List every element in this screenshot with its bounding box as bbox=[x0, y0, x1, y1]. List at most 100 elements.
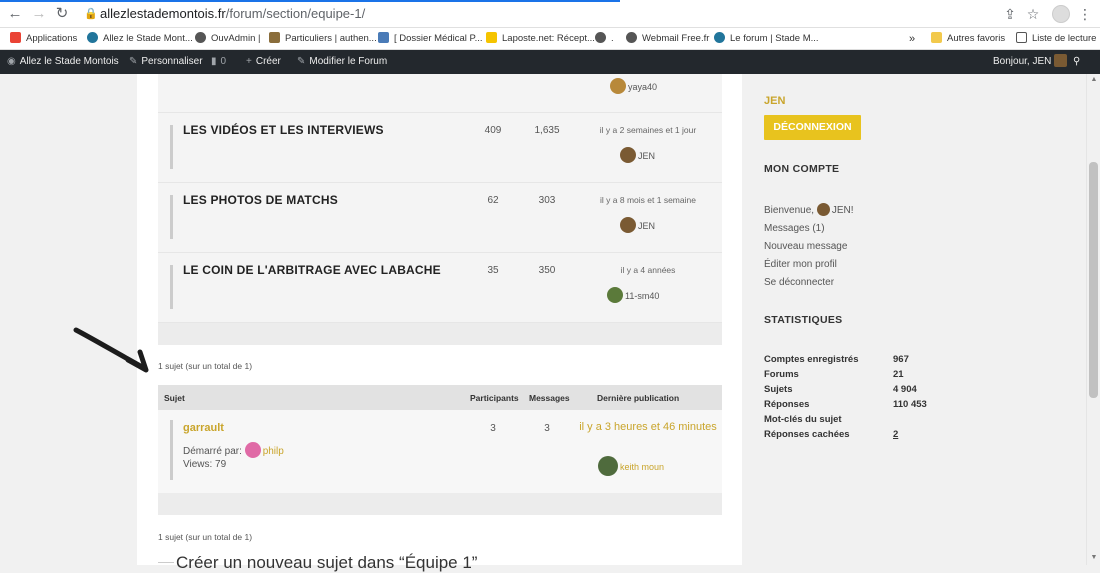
forum-last-author[interactable]: 11-sm40 bbox=[607, 287, 659, 303]
forum-row: yaya40 bbox=[158, 74, 722, 113]
globe-icon bbox=[195, 32, 206, 43]
stat-value[interactable]: 2 bbox=[893, 429, 898, 440]
annotation-arrow bbox=[73, 327, 149, 373]
stat-value: 4 904 bbox=[893, 384, 917, 395]
topic-author-link[interactable]: philp bbox=[263, 446, 284, 457]
scroll-thumb[interactable] bbox=[1089, 162, 1098, 398]
bookmarks-bar: Applications Allez le Stade Mont... OuvA… bbox=[0, 28, 1100, 50]
forum-title[interactable]: LES PHOTOS DE MATCHS bbox=[183, 193, 338, 207]
bookmark-other-folder[interactable]: Autres favoris bbox=[931, 28, 1005, 50]
forum-posts-count: 303 bbox=[538, 195, 556, 206]
header-topic: Sujet bbox=[164, 393, 185, 403]
address-bar[interactable]: 🔒 allezlestademontois.fr/forum/section/e… bbox=[78, 3, 1048, 25]
logout-link[interactable]: Se déconnecter bbox=[764, 277, 834, 288]
topic-count-top: 1 sujet (sur un total de 1) bbox=[158, 361, 253, 371]
row-accent-bar bbox=[170, 195, 173, 239]
forum-freshness[interactable]: il y a 4 années bbox=[573, 265, 723, 275]
adminbar-comments[interactable]: ▮ 0 bbox=[211, 50, 226, 74]
topic-last-author[interactable]: keith moun bbox=[598, 456, 664, 476]
forum-row: LE COIN DE L'ARBITRAGE AVEC LABACHE 35 3… bbox=[158, 253, 722, 323]
forum-last-author[interactable]: JEN bbox=[620, 147, 655, 163]
topics-table-header: Sujet Participants Messages Dernière pub… bbox=[158, 385, 722, 410]
back-icon[interactable]: ← bbox=[6, 5, 24, 23]
bookmark-ouvadmin[interactable]: OuvAdmin | bbox=[195, 28, 260, 50]
wordpress-icon bbox=[714, 32, 725, 43]
bookmark-webmail[interactable]: Webmail Free.fr bbox=[626, 28, 709, 50]
header-participants: Participants bbox=[470, 393, 519, 403]
bookmark-star-icon[interactable]: ☆ bbox=[1024, 5, 1042, 23]
adminbar-edit-forum[interactable]: ✎ Modifier le Forum bbox=[297, 50, 387, 74]
laposte-icon bbox=[486, 32, 497, 43]
author-avatar bbox=[620, 147, 636, 163]
page-scrollbar[interactable]: ▲ ▼ bbox=[1086, 74, 1100, 565]
stat-label: Sujets bbox=[764, 384, 793, 395]
menu-kebab-icon[interactable]: ⋮ bbox=[1076, 5, 1094, 23]
forum-list-footer bbox=[158, 323, 722, 345]
profile-avatar[interactable] bbox=[1052, 5, 1070, 23]
reload-icon[interactable]: ↻ bbox=[53, 5, 71, 23]
stat-label: Comptes enregistrés bbox=[764, 354, 859, 365]
header-posts: Messages bbox=[529, 393, 570, 403]
forward-icon[interactable]: → bbox=[30, 5, 48, 23]
impots-icon bbox=[269, 32, 280, 43]
apps-grid-icon bbox=[10, 32, 21, 43]
scroll-up-icon[interactable]: ▲ bbox=[1089, 76, 1099, 83]
bookmark-applications[interactable]: Applications bbox=[10, 28, 77, 50]
stat-value: 110 453 bbox=[893, 399, 927, 410]
bookmark-forum[interactable]: Le forum | Stade M... bbox=[714, 28, 819, 50]
adminbar-create[interactable]: + Créer bbox=[246, 50, 281, 74]
bookmark-dmp[interactable]: [ Dossier Médical P... bbox=[378, 28, 483, 50]
bookmark-dot[interactable]: . bbox=[595, 28, 614, 50]
bookmark-allez[interactable]: Allez le Stade Mont... bbox=[87, 28, 193, 50]
browser-toolbar: ← → ↻ 🔒 allezlestademontois.fr/forum/sec… bbox=[0, 0, 1100, 28]
row-accent-bar bbox=[170, 420, 173, 480]
dmp-icon bbox=[378, 32, 389, 43]
row-accent-bar bbox=[170, 125, 173, 169]
edit-profile-link[interactable]: Éditer mon profil bbox=[764, 259, 837, 270]
search-icon[interactable]: ⚲ bbox=[1073, 50, 1080, 74]
topic-count-bottom: 1 sujet (sur un total de 1) bbox=[158, 532, 253, 542]
topic-row: garrault Démarré par: philp Views: 79 3 … bbox=[158, 410, 722, 493]
welcome-text: Bienvenue, JEN! bbox=[764, 203, 854, 216]
forum-last-author[interactable]: yaya40 bbox=[610, 78, 657, 94]
forum-title[interactable]: LES VIDÉOS ET LES INTERVIEWS bbox=[183, 123, 384, 137]
messages-link[interactable]: Messages (1) bbox=[764, 223, 825, 234]
bookmark-laposte[interactable]: Laposte.net: Récept... bbox=[486, 28, 595, 50]
forum-topics-count: 35 bbox=[487, 265, 499, 276]
stat-label: Réponses cachées bbox=[764, 429, 850, 440]
bookmark-particuliers[interactable]: Particuliers | authen... bbox=[269, 28, 377, 50]
wordpress-icon bbox=[87, 32, 98, 43]
share-icon[interactable]: ⇪ bbox=[1001, 5, 1019, 23]
reading-list[interactable]: Liste de lecture bbox=[1016, 28, 1096, 50]
bookmarks-overflow-icon[interactable]: » bbox=[909, 28, 915, 50]
scroll-down-icon[interactable]: ▼ bbox=[1089, 554, 1099, 561]
adminbar-site[interactable]: ◉ Allez le Stade Montois bbox=[7, 50, 119, 74]
topic-started-by: Démarré par: philp bbox=[183, 442, 284, 458]
reading-list-icon bbox=[1016, 32, 1027, 43]
user-avatar bbox=[816, 203, 830, 216]
loading-bar bbox=[0, 0, 620, 2]
adminbar-customize[interactable]: ✎ Personnaliser bbox=[129, 50, 203, 74]
pencil-icon: ✎ bbox=[297, 56, 306, 67]
forum-freshness[interactable]: il y a 8 mois et 1 semaine bbox=[573, 195, 723, 205]
wp-admin-bar: ◉ Allez le Stade Montois ✎ Personnaliser ▮… bbox=[0, 50, 1100, 74]
account-title: MON COMPTE bbox=[764, 163, 840, 175]
author-avatar bbox=[620, 217, 636, 233]
new-topic-heading: Créer un nouveau sujet dans “Équipe 1” bbox=[176, 553, 478, 572]
forum-topics-count: 409 bbox=[484, 125, 502, 136]
new-message-link[interactable]: Nouveau message bbox=[764, 241, 847, 252]
adminbar-account[interactable]: Bonjour, JEN bbox=[993, 50, 1069, 74]
plus-icon: + bbox=[246, 56, 252, 67]
forum-topics-count: 62 bbox=[487, 195, 499, 206]
stat-value: 967 bbox=[893, 354, 909, 365]
logout-button[interactable]: DÉCONNEXION bbox=[764, 115, 861, 140]
forum-title[interactable]: LE COIN DE L'ARBITRAGE AVEC LABACHE bbox=[183, 263, 441, 277]
stat-label: Forums bbox=[764, 369, 799, 380]
topic-title-link[interactable]: garrault bbox=[183, 422, 224, 434]
wordpress-icon: ◉ bbox=[7, 56, 16, 67]
topic-freshness-link[interactable]: il y a 3 heures et 46 minutes bbox=[573, 421, 723, 434]
forum-freshness[interactable]: il y a 2 semaines et 1 jour bbox=[573, 125, 723, 135]
topics-table-footer bbox=[158, 493, 722, 515]
forum-last-author[interactable]: JEN bbox=[620, 217, 655, 233]
url-path: /forum/section/equipe-1/ bbox=[225, 6, 366, 21]
